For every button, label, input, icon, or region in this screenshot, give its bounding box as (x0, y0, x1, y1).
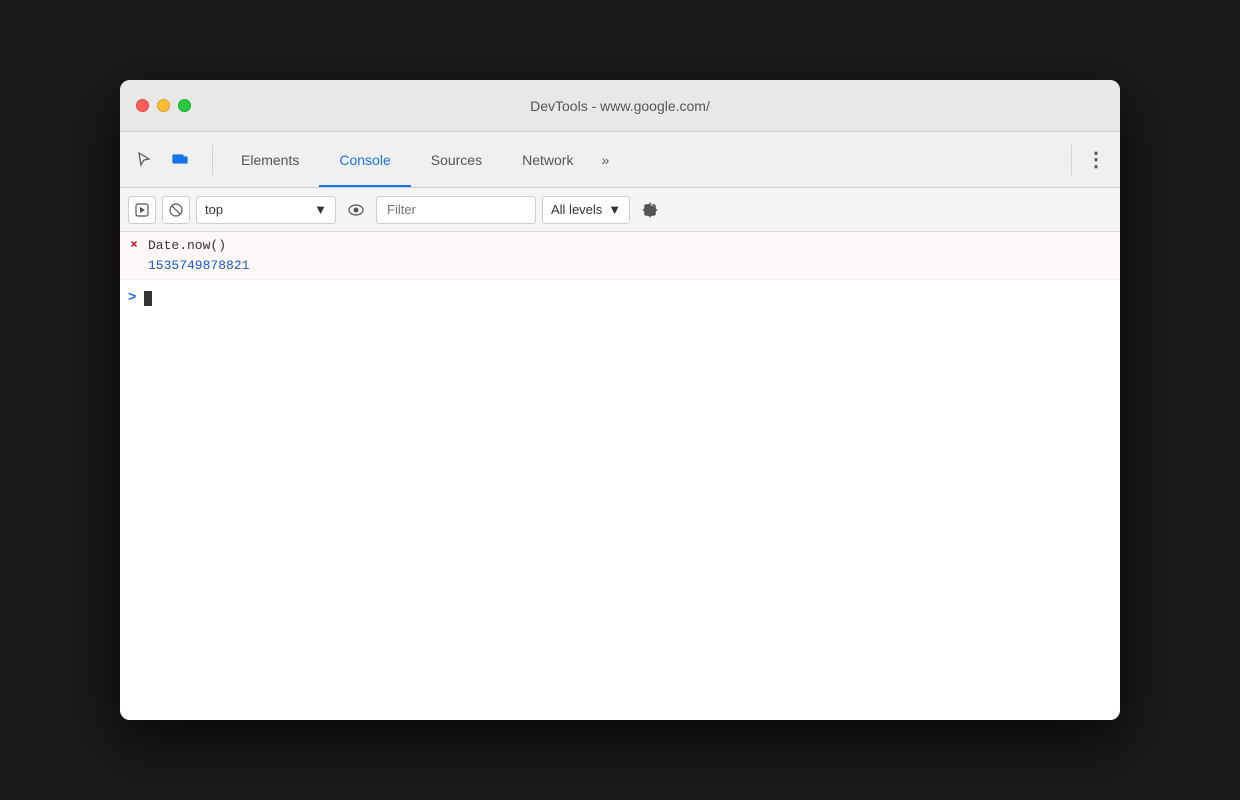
console-prompt-line[interactable]: > (120, 280, 1120, 316)
toolbar-icons (128, 144, 196, 176)
console-entry-input: × Date.now() 1535749878821 (120, 232, 1120, 280)
tab-console[interactable]: Console (319, 132, 410, 187)
maximize-button[interactable] (178, 99, 191, 112)
log-levels-label: All levels (551, 202, 602, 217)
eye-icon (348, 204, 364, 216)
console-input-text: Date.now() (148, 236, 1112, 256)
prompt-arrow: > (128, 290, 136, 306)
console-toolbar: top ▼ All levels ▼ (120, 188, 1120, 232)
tab-bar: Elements Console Sources Network » (221, 132, 1063, 187)
execute-icon (135, 203, 149, 217)
clear-console-button[interactable] (162, 196, 190, 224)
clear-icon (169, 203, 183, 217)
filter-input[interactable] (376, 196, 536, 224)
prompt-cursor (144, 291, 152, 306)
cursor-icon (136, 152, 152, 168)
context-value: top (205, 202, 306, 217)
live-expressions-button[interactable] (342, 196, 370, 224)
main-toolbar: Elements Console Sources Network » ⋮ (120, 132, 1120, 188)
minimize-button[interactable] (157, 99, 170, 112)
toolbar-separator-right (1071, 145, 1072, 175)
tab-sources[interactable]: Sources (411, 132, 502, 187)
title-bar: DevTools - www.google.com/ (120, 80, 1120, 132)
console-content: × Date.now() 1535749878821 > (120, 232, 1120, 720)
tab-network[interactable]: Network (502, 132, 593, 187)
log-levels-arrow: ▼ (608, 202, 621, 217)
more-tabs-button[interactable]: » (593, 152, 617, 168)
gear-icon (642, 202, 658, 218)
console-settings-button[interactable] (636, 196, 664, 224)
context-dropdown-arrow: ▼ (314, 202, 327, 217)
traffic-lights (136, 99, 191, 112)
toolbar-separator (212, 145, 213, 175)
console-output-text: 1535749878821 (148, 256, 1112, 276)
inspector-button[interactable] (128, 144, 160, 176)
devtools-window: DevTools - www.google.com/ El (120, 80, 1120, 720)
entry-input-content: Date.now() 1535749878821 (144, 236, 1112, 275)
more-options-button[interactable]: ⋮ (1080, 144, 1112, 176)
device-toolbar-button[interactable] (164, 144, 196, 176)
execute-script-button[interactable] (128, 196, 156, 224)
log-levels-selector[interactable]: All levels ▼ (542, 196, 630, 224)
toolbar-right: ⋮ (1080, 144, 1112, 176)
error-icon: × (124, 236, 144, 252)
window-title: DevTools - www.google.com/ (530, 98, 710, 114)
device-toolbar-icon (172, 152, 188, 168)
context-selector[interactable]: top ▼ (196, 196, 336, 224)
tab-elements[interactable]: Elements (221, 132, 319, 187)
close-button[interactable] (136, 99, 149, 112)
